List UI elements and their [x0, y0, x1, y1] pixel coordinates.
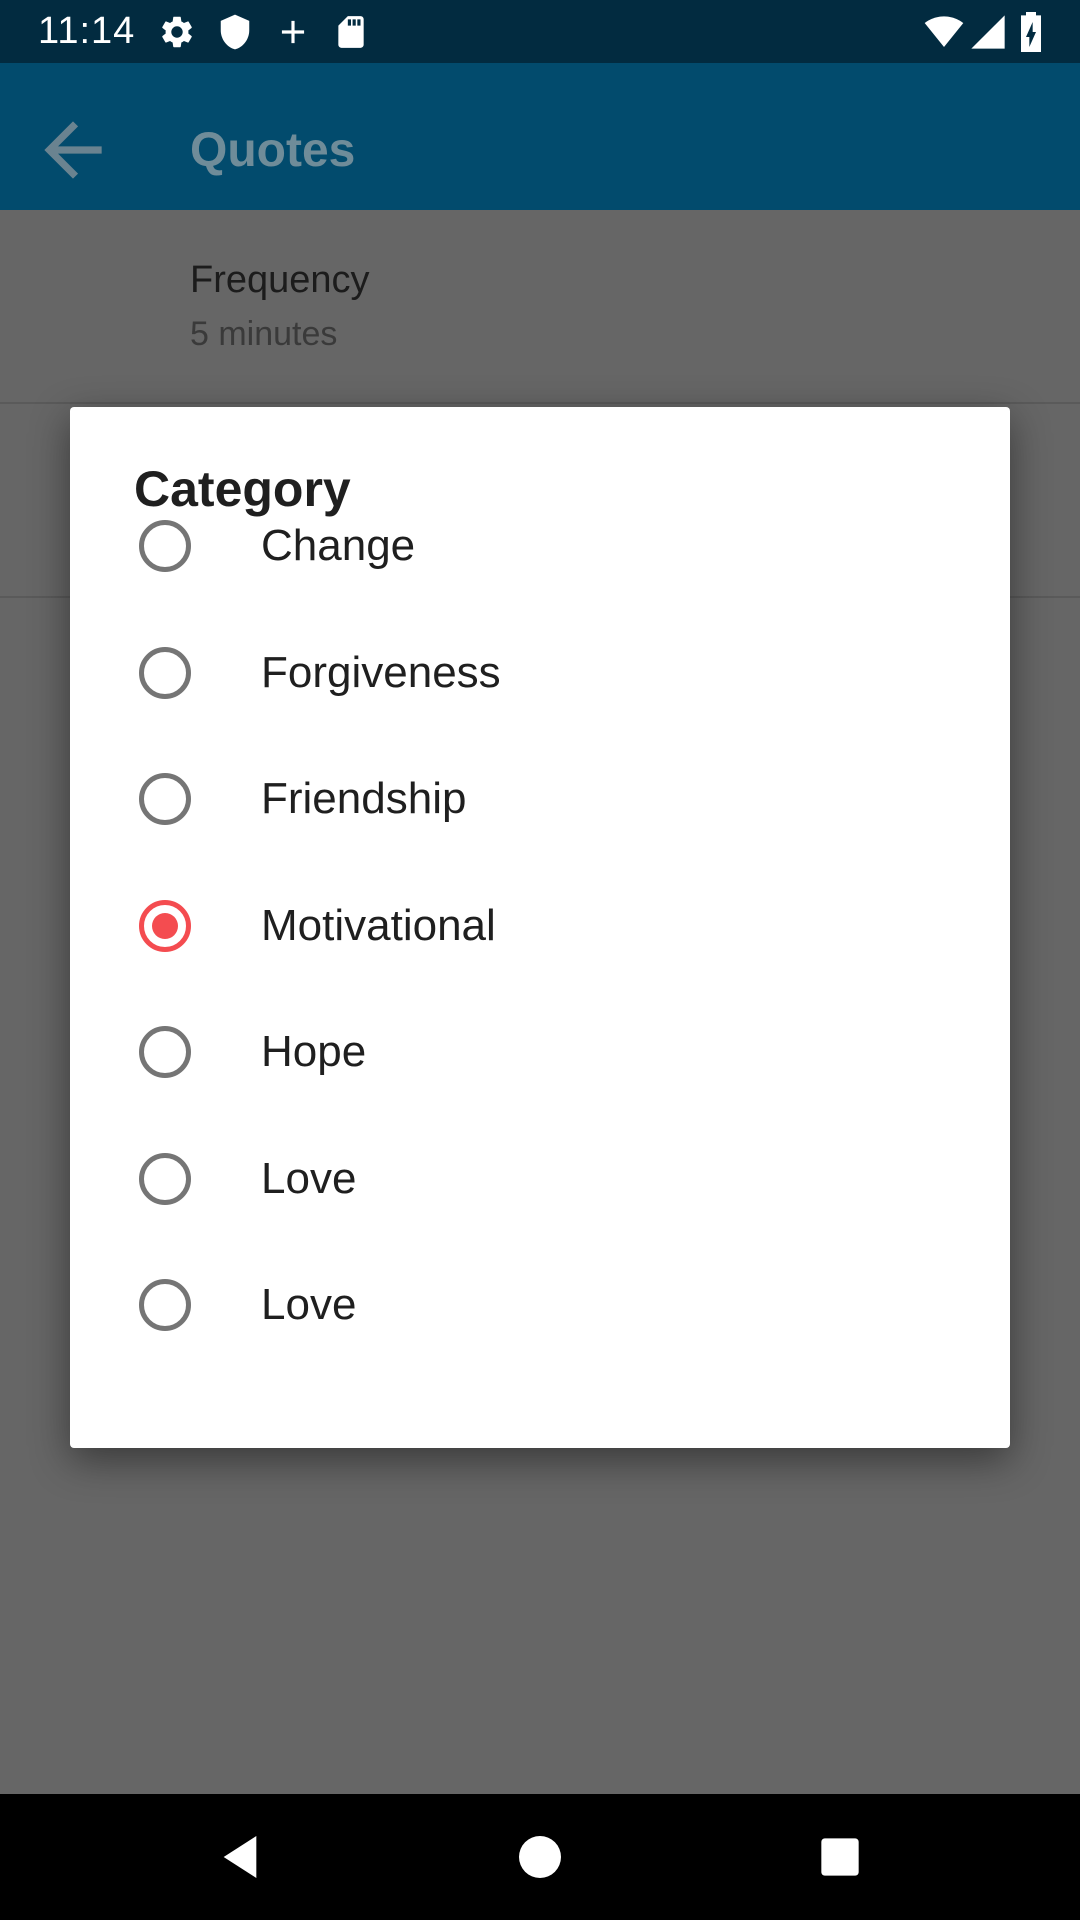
status-time: 11:14	[38, 10, 136, 52]
radio-unchecked-icon[interactable]	[138, 1025, 192, 1079]
category-dialog: Category Change Forgiveness Friendship Moti…	[70, 407, 1010, 1448]
option-label: Friendship	[261, 774, 467, 823]
navigation-bar	[0, 1794, 1080, 1920]
radio-unchecked-icon[interactable]	[138, 1278, 192, 1332]
nav-home-button[interactable]	[512, 1829, 568, 1885]
option-label: Love	[261, 1153, 357, 1203]
cell-signal-icon	[971, 15, 1005, 49]
preference-title: Frequency	[190, 259, 370, 301]
nav-back-button[interactable]	[212, 1829, 268, 1885]
option-label: Hope	[261, 1027, 367, 1076]
sd-card-icon	[338, 16, 364, 48]
option-label: Change	[261, 521, 416, 570]
app-title: Quotes	[190, 124, 356, 177]
option-hope[interactable]: Hope	[70, 989, 1010, 1115]
wifi-icon	[924, 16, 964, 47]
status-bar: 11:14	[0, 0, 1080, 63]
back-button[interactable]	[30, 107, 116, 193]
battery-charging-icon	[1021, 12, 1041, 52]
radio-unchecked-icon[interactable]	[138, 772, 192, 826]
option-label: Love	[261, 1280, 357, 1329]
option-forgiveness[interactable]: Forgiveness	[70, 610, 1010, 736]
plus-icon	[281, 20, 305, 44]
option-label: Motivational	[261, 900, 496, 950]
option-change[interactable]: Change	[70, 483, 1010, 609]
shield-icon	[220, 14, 250, 50]
option-friendship[interactable]: Friendship	[70, 736, 1010, 862]
radio-unchecked-icon[interactable]	[138, 519, 192, 573]
option-love-2[interactable]: Love	[70, 1242, 1010, 1368]
screen: 11:14 Quotes Frequency 5 minutes Categor…	[0, 0, 1080, 1920]
option-motivational[interactable]: Motivational	[70, 863, 1010, 989]
radio-unchecked-icon[interactable]	[138, 1152, 192, 1206]
option-love[interactable]: Love	[70, 1116, 1010, 1242]
radio-unchecked-icon[interactable]	[138, 646, 192, 700]
app-bar: Quotes	[0, 63, 1080, 210]
preference-summary: 5 minutes	[190, 315, 338, 353]
nav-recents-button[interactable]	[812, 1829, 868, 1885]
preference-frequency[interactable]: Frequency 5 minutes	[0, 210, 1080, 404]
radio-checked-icon[interactable]	[138, 899, 192, 953]
option-label: Forgiveness	[261, 647, 501, 697]
gear-icon	[162, 16, 192, 48]
